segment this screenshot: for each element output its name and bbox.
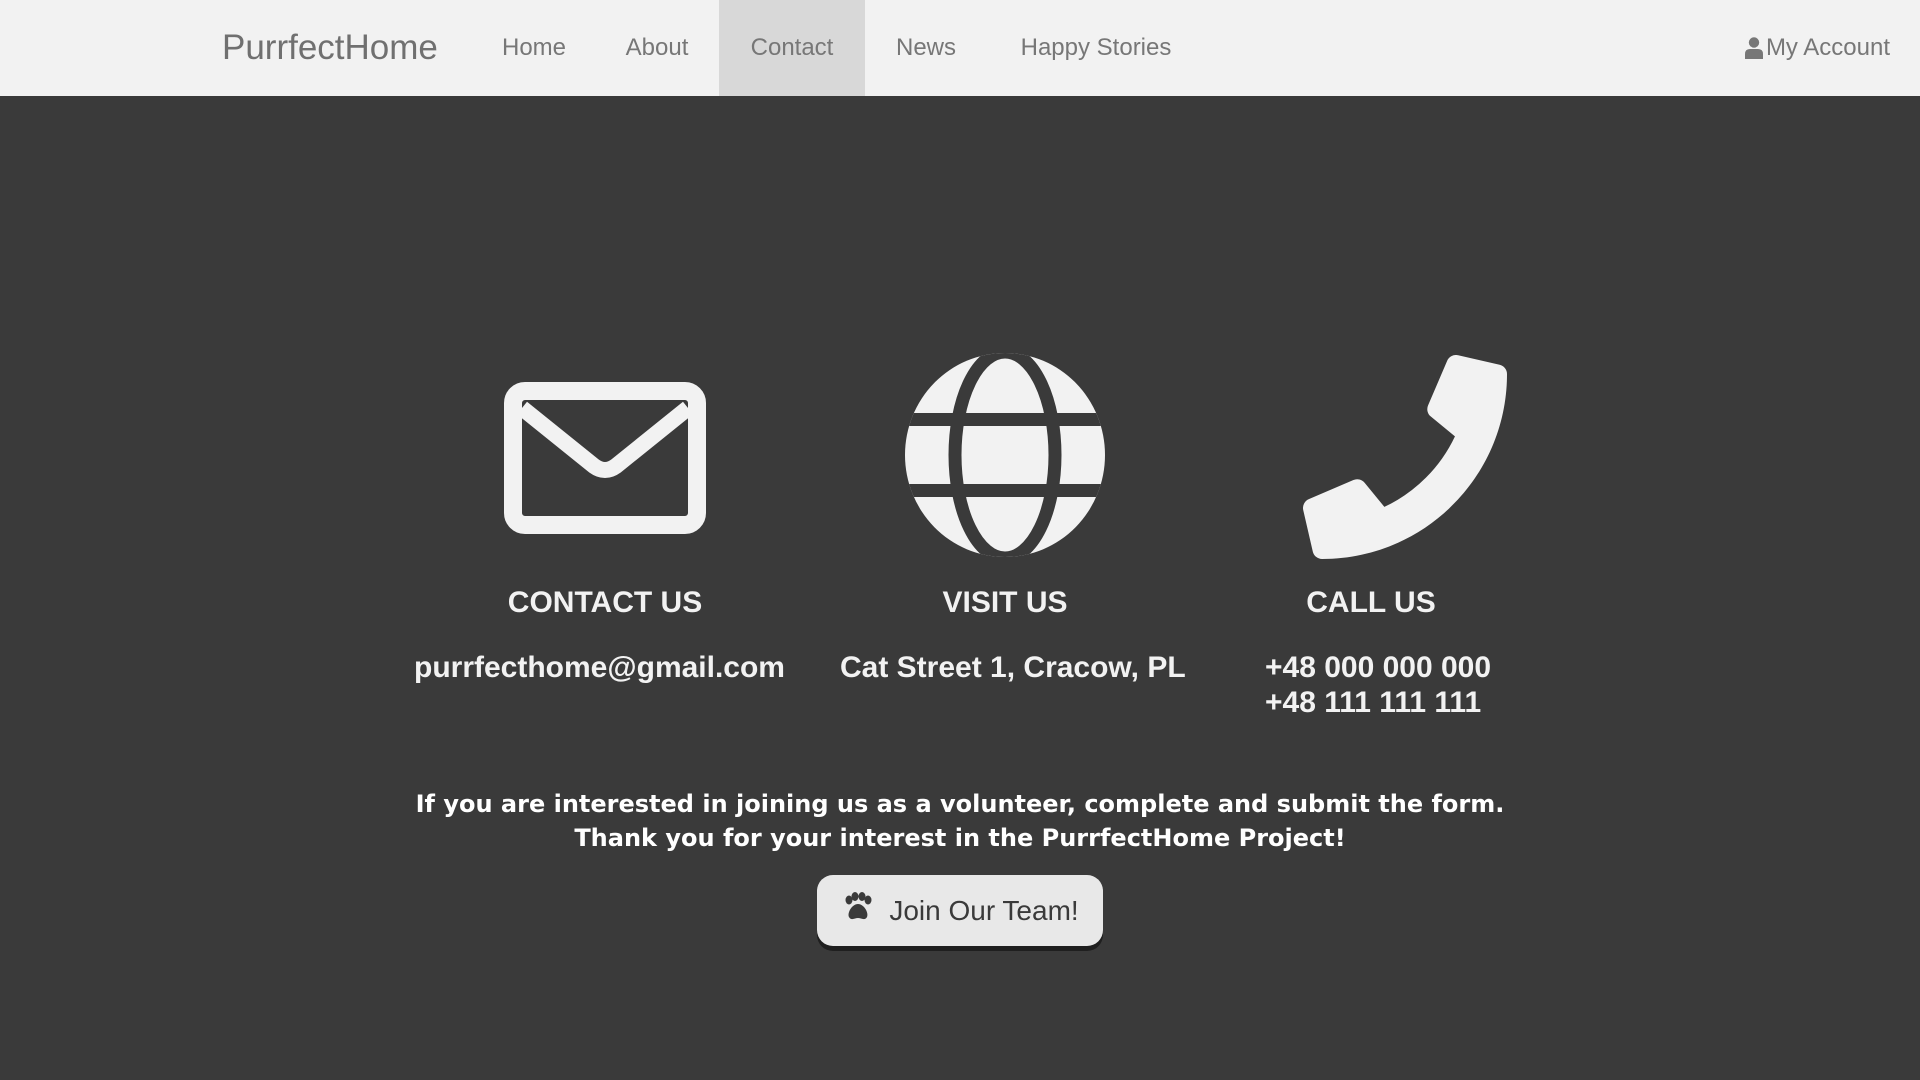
nav-item-home[interactable]: Home: [472, 0, 596, 96]
globe-icon: [905, 352, 1105, 563]
phone-icon: [1303, 355, 1507, 564]
nav-item-news[interactable]: News: [865, 0, 987, 96]
envelope-icon: [504, 382, 706, 539]
volunteer-message-line-1: If you are interested in joining us as a…: [415, 790, 1505, 818]
email-address[interactable]: purrfecthome@gmail.com: [414, 651, 785, 685]
nav-item-happy-stories[interactable]: Happy Stories: [1002, 0, 1190, 96]
nav-item-about[interactable]: About: [596, 0, 718, 96]
contact-us-title: CONTACT US: [507, 586, 703, 619]
phone-number-1[interactable]: +48 000 000 000: [1265, 651, 1491, 685]
volunteer-message-line-2: Thank you for your interest in the Purrf…: [574, 824, 1346, 852]
call-us-title: CALL US: [1306, 586, 1436, 619]
nav-item-contact[interactable]: Contact: [719, 0, 865, 96]
brand-logo[interactable]: PurrfectHome: [222, 0, 438, 96]
join-button-label: Join Our Team!: [889, 894, 1079, 926]
my-account-label: My Account: [1765, 34, 1890, 61]
address: Cat Street 1, Cracow, PL: [840, 651, 1186, 684]
top-navbar: PurrfectHome Home About Contact News Hap…: [0, 0, 1920, 96]
my-account-link[interactable]: My Account: [1744, 0, 1890, 96]
visit-us-title: VISIT US: [942, 586, 1068, 619]
user-icon: [1744, 37, 1763, 59]
phone-number-2[interactable]: +48 111 111 111: [1265, 686, 1481, 720]
join-our-team-button[interactable]: Join Our Team!: [817, 875, 1103, 946]
paw-icon: [841, 892, 875, 929]
